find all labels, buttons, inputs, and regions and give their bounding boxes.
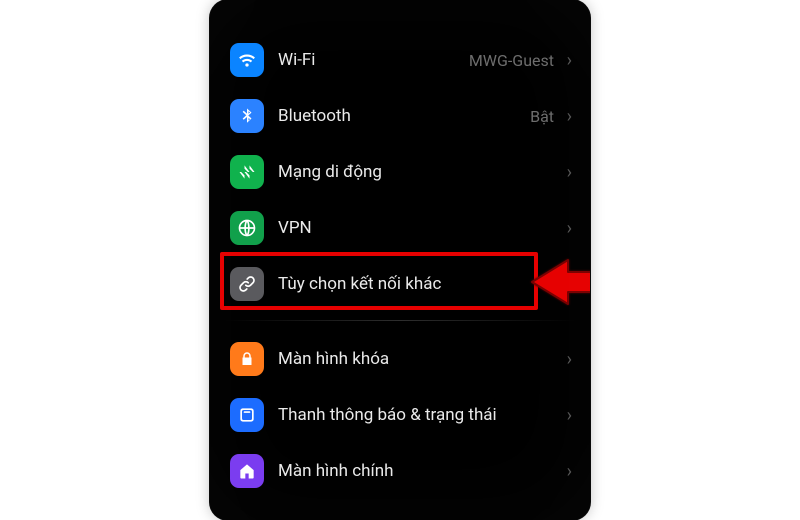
settings-row-label: Wi-Fi xyxy=(278,50,469,70)
settings-row-bluetooth[interactable]: Bluetooth Bật › xyxy=(222,88,578,144)
settings-screen: Wi-Fi MWG-Guest › Bluetooth Bật › Mạng d… xyxy=(210,0,590,520)
lock-icon xyxy=(230,342,264,376)
settings-row-label: Tùy chọn kết nối khác xyxy=(278,274,556,294)
settings-row-statusbar[interactable]: Thanh thông báo & trạng thái › xyxy=(222,387,578,443)
settings-list: Wi-Fi MWG-Guest › Bluetooth Bật › Mạng d… xyxy=(222,32,578,499)
settings-row-label: Màn hình khóa xyxy=(278,349,556,369)
settings-row-label: VPN xyxy=(278,218,556,238)
section-divider xyxy=(224,320,576,321)
settings-row-label: Màn hình chính xyxy=(278,461,556,481)
settings-row-value: MWG-Guest xyxy=(469,51,554,70)
chevron-right-icon: › xyxy=(556,349,572,370)
settings-row-value: Bật xyxy=(530,107,554,126)
settings-row-homescreen[interactable]: Màn hình chính › xyxy=(222,443,578,499)
settings-row-wifi[interactable]: Wi-Fi MWG-Guest › xyxy=(222,32,578,88)
home-icon xyxy=(230,454,264,488)
chevron-right-icon: › xyxy=(556,405,572,426)
bluetooth-icon xyxy=(230,99,264,133)
chevron-right-icon: › xyxy=(556,218,572,239)
settings-row-label: Mạng di động xyxy=(278,162,556,182)
wifi-icon xyxy=(230,43,264,77)
chevron-right-icon: › xyxy=(556,162,572,183)
chevron-right-icon: › xyxy=(556,274,572,295)
chevron-right-icon: › xyxy=(556,461,572,482)
settings-row-more-connections[interactable]: Tùy chọn kết nối khác › xyxy=(222,256,578,312)
settings-row-cellular[interactable]: Mạng di động › xyxy=(222,144,578,200)
notification-icon xyxy=(230,398,264,432)
cellular-icon xyxy=(230,155,264,189)
settings-row-vpn[interactable]: VPN › xyxy=(222,200,578,256)
settings-row-lockscreen[interactable]: Màn hình khóa › xyxy=(222,331,578,387)
vpn-icon xyxy=(230,211,264,245)
chevron-right-icon: › xyxy=(556,50,572,71)
chevron-right-icon: › xyxy=(556,106,572,127)
settings-row-label: Bluetooth xyxy=(278,106,530,126)
settings-row-label: Thanh thông báo & trạng thái xyxy=(278,405,556,425)
link-icon xyxy=(230,267,264,301)
